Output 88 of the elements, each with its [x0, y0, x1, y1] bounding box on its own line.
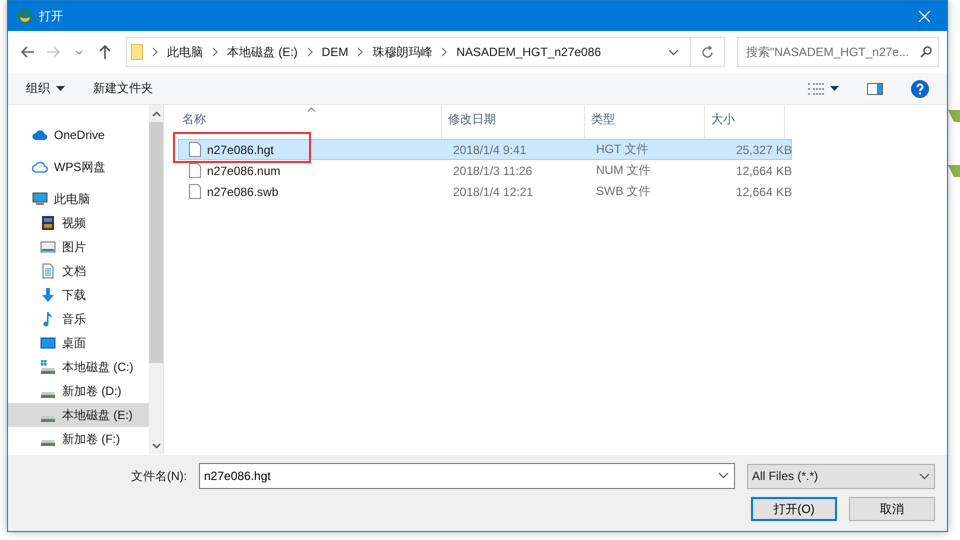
- scroll-up-icon[interactable]: [152, 110, 160, 116]
- scrollbar-thumb[interactable]: [149, 122, 163, 363]
- file-name-label: 文件名(N):: [131, 468, 187, 484]
- picture-icon: [40, 239, 56, 255]
- sidebar-item[interactable]: 文档: [8, 259, 149, 283]
- scrollbar[interactable]: [149, 105, 163, 454]
- caret-icon: [56, 86, 65, 91]
- chevron-down-icon: [919, 472, 930, 480]
- sidebar-item[interactable]: 此电脑: [8, 187, 149, 211]
- scroll-down-icon[interactable]: [152, 442, 160, 448]
- drive-icon: [40, 415, 56, 422]
- app-logo-icon: [17, 8, 33, 24]
- close-icon: [918, 10, 930, 22]
- table-cell-text: 2018/1/3 11:26: [453, 162, 534, 180]
- drive-icon: [40, 391, 56, 398]
- details-view-icon: [808, 82, 824, 94]
- chevron-right-icon: [440, 47, 448, 57]
- table-cell: n27e086.hgt: [179, 140, 453, 159]
- address-bar[interactable]: 此电脑 本地磁盘 (E:) DEM 珠穆朗玛峰 NASADEM_HGT_n27e086: [126, 37, 725, 67]
- chevron-down-icon: [75, 50, 83, 54]
- chevron-right-icon: [211, 47, 219, 57]
- file-icon: [189, 142, 201, 157]
- open-button[interactable]: 打开(O): [751, 497, 837, 521]
- chevron-right-icon: [151, 47, 159, 57]
- background-decoration-drawing: [946, 110, 960, 180]
- table-cell-text: 25,327 KB: [734, 142, 793, 158]
- help-icon: [911, 80, 929, 98]
- refresh-icon: [701, 46, 714, 58]
- table-cell: n27e086.swb: [179, 182, 453, 201]
- sidebar-item[interactable]: OneDrive: [8, 123, 149, 147]
- sidebar-item[interactable]: 本地磁盘 (E:): [8, 403, 149, 427]
- table-cell-text: 12,664 KB: [734, 162, 793, 180]
- breadcrumb-item[interactable]: NASADEM_HGT_n27e086: [456, 45, 602, 59]
- film-icon: [40, 215, 56, 231]
- file-row[interactable]: n27e086.swb 2018/1/4 12:21 SWB 文件 12,664 KB: [178, 181, 792, 202]
- sidebar-item[interactable]: 新加卷 (F:): [8, 427, 149, 451]
- up-arrow-icon: [99, 45, 111, 59]
- breadcrumb-item[interactable]: 珠穆朗玛峰: [372, 44, 432, 60]
- sidebar-item[interactable]: 音乐: [8, 307, 149, 331]
- sidebar-item[interactable]: 视频: [8, 211, 149, 235]
- sidebar-item[interactable]: 本地磁盘 (C:): [8, 355, 149, 379]
- help-button[interactable]: [911, 80, 929, 98]
- view-options-button[interactable]: [808, 82, 839, 94]
- preview-pane-button[interactable]: [867, 82, 883, 94]
- organize-menu-button[interactable]: 组织: [26, 80, 65, 97]
- table-cell-text: 2018/1/4 9:41: [453, 142, 528, 158]
- back-arrow-icon: [20, 46, 34, 58]
- table-cell: n27e086.num: [179, 161, 453, 180]
- search-icon: [920, 46, 932, 58]
- window-title: 打开: [39, 8, 64, 24]
- chevron-down-icon: [668, 48, 678, 56]
- chevron-right-icon: [356, 47, 364, 57]
- sidebar-item[interactable]: WPS网盘: [8, 155, 149, 179]
- new-folder-button[interactable]: 新建文件夹: [93, 80, 153, 97]
- cloud-icon: [32, 159, 48, 175]
- file-icon: [189, 184, 201, 199]
- file-row[interactable]: n27e086.num 2018/1/3 11:26 NUM 文件 12,664 KB: [178, 160, 792, 181]
- search-field[interactable]: 搜索"NASADEM_HGT_n27e...: [737, 37, 939, 67]
- table-cell-text: NUM 文件: [596, 162, 652, 179]
- preview-pane-icon: [867, 82, 883, 94]
- breadcrumb-item[interactable]: 本地磁盘 (E:): [227, 44, 298, 60]
- table-cell-text: HGT 文件: [596, 141, 650, 158]
- system-drive-icon: [40, 360, 56, 374]
- desktop-icon: [40, 335, 56, 351]
- sidebar-item[interactable]: 下载: [8, 283, 149, 307]
- table-cell-text: SWB 文件: [596, 183, 652, 200]
- breadcrumb-item[interactable]: 此电脑: [167, 44, 203, 60]
- computer-icon: [32, 191, 48, 207]
- cancel-button[interactable]: 取消: [849, 497, 935, 521]
- document-icon: [40, 263, 56, 279]
- chevron-right-icon: [306, 47, 314, 57]
- breadcrumb-item[interactable]: DEM: [322, 45, 348, 59]
- folder-icon: [131, 44, 143, 60]
- chevron-down-icon: [718, 472, 729, 479]
- sidebar-item[interactable]: 图片: [8, 235, 149, 259]
- table-cell-text: 2018/1/4 12:21: [453, 184, 534, 200]
- download-arrow-icon: [40, 287, 56, 303]
- drive-icon: [40, 439, 56, 446]
- file-icon: [189, 163, 201, 178]
- table-cell-text: 12,664 KB: [734, 184, 793, 200]
- sort-indicator-icon: [307, 107, 316, 112]
- caret-icon: [830, 86, 839, 91]
- file-name-field[interactable]: n27e086.hgt: [199, 463, 735, 489]
- sidebar-item[interactable]: 新加卷 (D:): [8, 379, 149, 403]
- sidebar-item[interactable]: 桌面: [8, 331, 149, 355]
- file-type-dropdown[interactable]: All Files (*.*): [747, 464, 935, 488]
- forward-arrow-icon: [46, 46, 60, 58]
- file-row[interactable]: n27e086.hgt 2018/1/4 9:41 HGT 文件 25,327 KB: [178, 139, 792, 160]
